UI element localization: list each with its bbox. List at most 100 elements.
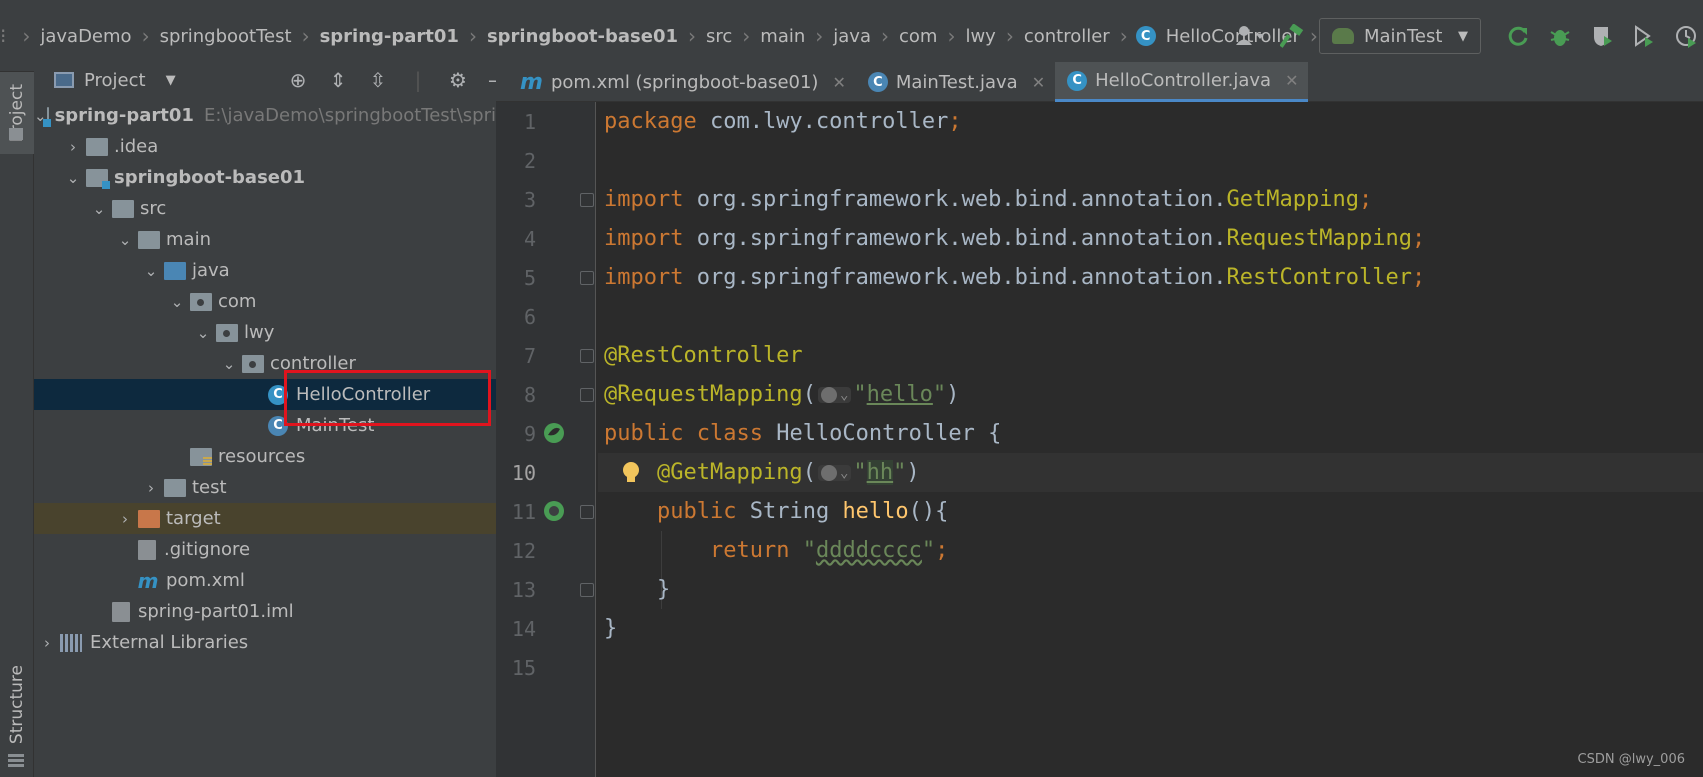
collapse-all-icon[interactable]: ⇳ bbox=[358, 68, 398, 92]
line-number: 15 bbox=[511, 655, 536, 680]
tab-pom-xml[interactable]: m pom.xml (springboot-base01) ✕ bbox=[508, 62, 856, 102]
code-line: } bbox=[656, 577, 671, 602]
chevron-down-icon[interactable]: ⌄ bbox=[60, 169, 86, 187]
tree-item[interactable]: › test bbox=[34, 472, 496, 503]
iml-file-icon bbox=[112, 601, 130, 622]
line-number: 1 bbox=[523, 109, 536, 134]
highlight-box bbox=[284, 370, 491, 426]
line-number: 13 bbox=[496, 570, 596, 609]
code-line: package com.lwy.controller; bbox=[604, 109, 962, 134]
fold-icon[interactable] bbox=[580, 583, 594, 597]
structure-icon bbox=[8, 754, 24, 768]
chevron-down-icon: ⌄ bbox=[839, 386, 849, 403]
tree-item[interactable]: spring-part01.iml bbox=[34, 596, 496, 627]
tree-item[interactable]: ⌄ spring-part01 E:\javaDemo\springbootTest… bbox=[34, 100, 496, 131]
close-icon[interactable]: ✕ bbox=[832, 73, 845, 92]
tree-item[interactable]: ⌄ main bbox=[34, 224, 496, 255]
source-folder-icon bbox=[164, 261, 186, 280]
spring-bean-icon[interactable] bbox=[542, 421, 566, 445]
profiler-clock-icon[interactable] bbox=[1669, 19, 1703, 53]
chevron-right-icon[interactable]: › bbox=[112, 510, 138, 528]
tab-structure[interactable]: Structure bbox=[0, 650, 34, 760]
maven-icon: m bbox=[137, 568, 159, 593]
line-number: 10 bbox=[511, 460, 536, 485]
tab-main-test[interactable]: C MainTest.java ✕ bbox=[856, 62, 1055, 102]
code-line: import org.springframework.web.bind.anno… bbox=[604, 226, 1426, 251]
tree-item[interactable]: ⌄ java bbox=[34, 255, 496, 286]
breadcrumb-item[interactable]: › controller bbox=[998, 18, 1112, 54]
chevron-down-icon[interactable]: ⌄ bbox=[112, 231, 138, 249]
web-endpoint-icon[interactable] bbox=[542, 499, 566, 523]
code-editor[interactable]: package com.lwy.controller; import org.s… bbox=[598, 102, 1703, 777]
locate-target-icon[interactable]: ⊕ bbox=[278, 68, 318, 92]
coverage-shield-icon[interactable] bbox=[1585, 19, 1619, 53]
breadcrumb-item[interactable]: › src bbox=[680, 18, 734, 54]
tree-item[interactable]: ⌄ lwy bbox=[34, 317, 496, 348]
tree-item[interactable]: ⌄ springboot-base01 bbox=[34, 162, 496, 193]
url-inlay-hint[interactable]: ⌄ bbox=[817, 464, 852, 481]
chevron-down-icon[interactable]: ⌄ bbox=[190, 324, 216, 342]
ignore-file-icon bbox=[138, 539, 156, 560]
code-line-current: @GetMapping(⌄ " hh ") bbox=[598, 453, 1703, 492]
tree-item[interactable]: ⌄ com bbox=[34, 286, 496, 317]
chevron-right-icon[interactable]: › bbox=[34, 634, 60, 652]
breadcrumb-item[interactable]: › lwy bbox=[939, 18, 997, 54]
breadcrumb-item[interactable]: › com bbox=[873, 18, 939, 54]
gear-icon[interactable]: ⚙ bbox=[438, 68, 478, 92]
chevron-right-icon[interactable]: › bbox=[138, 479, 164, 497]
chevron-down-icon[interactable]: ⌄ bbox=[138, 262, 164, 280]
code-line: public String hello(){ bbox=[656, 499, 949, 524]
line-number: 5 bbox=[496, 258, 596, 297]
lightbulb-icon[interactable] bbox=[620, 461, 642, 485]
code-line: return " ddddcccc "; bbox=[709, 538, 949, 563]
module-folder-icon bbox=[86, 168, 110, 189]
runnable-class-icon: C bbox=[867, 72, 888, 92]
fold-icon[interactable] bbox=[580, 349, 594, 363]
breadcrumb-item[interactable]: ⁝ › javaDemo bbox=[0, 18, 134, 54]
tree-item[interactable]: m pom.xml bbox=[34, 565, 496, 596]
fold-icon[interactable] bbox=[580, 193, 594, 207]
run-configuration-select[interactable]: MainTest ▼ bbox=[1319, 18, 1481, 54]
project-panel-title[interactable]: Project bbox=[84, 70, 146, 91]
breadcrumb-item[interactable]: › main bbox=[734, 18, 807, 54]
package-icon bbox=[242, 354, 264, 373]
fold-icon[interactable] bbox=[580, 505, 594, 519]
globe-icon bbox=[820, 386, 837, 403]
tree-item[interactable]: › target bbox=[34, 503, 496, 534]
line-number: 12 bbox=[511, 538, 536, 563]
breadcrumb-item[interactable]: › springboot-base01 bbox=[461, 18, 680, 54]
tab-hello-controller[interactable]: C HelloController.java ✕ bbox=[1055, 62, 1309, 102]
tree-item[interactable]: resources bbox=[34, 441, 496, 472]
run-config-icon bbox=[1332, 28, 1354, 44]
close-icon[interactable]: ✕ bbox=[1032, 73, 1045, 92]
build-hammer-icon[interactable] bbox=[1275, 19, 1309, 53]
fold-icon[interactable] bbox=[580, 388, 594, 402]
tree-item[interactable]: .gitignore bbox=[34, 534, 496, 565]
close-icon[interactable]: ✕ bbox=[1285, 71, 1298, 90]
chevron-down-icon: ▼ bbox=[1458, 28, 1468, 44]
folder-icon bbox=[86, 137, 108, 156]
tree-item[interactable]: › External Libraries bbox=[34, 627, 496, 658]
breadcrumb-item[interactable]: › java bbox=[807, 18, 873, 54]
tree-item[interactable]: › .idea bbox=[34, 131, 496, 162]
code-line: @RestController bbox=[604, 343, 803, 368]
breadcrumb-item[interactable]: › springbootTest bbox=[134, 18, 294, 54]
breadcrumb-item[interactable]: › spring-part01 bbox=[294, 18, 461, 54]
run-with-coverage-icon[interactable] bbox=[1627, 19, 1661, 53]
tab-project[interactable]: Project bbox=[0, 72, 34, 154]
rerun-icon[interactable] bbox=[1501, 19, 1535, 53]
chevron-down-icon[interactable]: ▼ bbox=[166, 73, 176, 88]
fold-icon[interactable] bbox=[580, 271, 594, 285]
tree-item[interactable]: ⌄ src bbox=[34, 193, 496, 224]
line-number: 2 bbox=[523, 148, 536, 173]
chevron-down-icon[interactable]: ⌄ bbox=[216, 355, 242, 373]
url-inlay-hint[interactable]: ⌄ bbox=[817, 386, 852, 403]
user-icon[interactable] bbox=[1233, 19, 1267, 53]
chevron-down-icon[interactable]: ⌄ bbox=[164, 293, 190, 311]
project-view-icon bbox=[54, 72, 74, 88]
expand-all-icon[interactable]: ⇕ bbox=[318, 68, 358, 92]
code-line: @RequestMapping(⌄ " hello ") bbox=[604, 382, 960, 407]
debug-bug-icon[interactable] bbox=[1543, 19, 1577, 53]
chevron-down-icon[interactable]: ⌄ bbox=[86, 200, 112, 218]
chevron-right-icon[interactable]: › bbox=[60, 138, 86, 156]
